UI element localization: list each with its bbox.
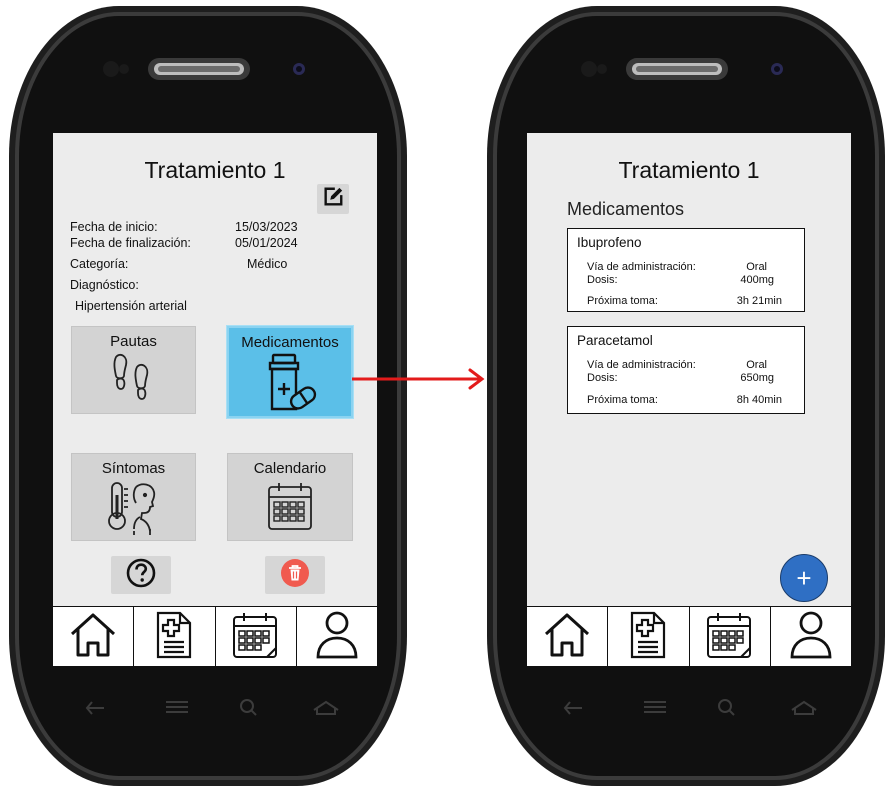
document-icon — [629, 610, 667, 665]
screen-treatment: Tratamiento 1 Fecha de inicio: 15/03/202… — [53, 133, 377, 666]
nav-home[interactable] — [527, 607, 609, 666]
footprints-icon — [72, 352, 195, 404]
nav-profile[interactable] — [297, 607, 377, 666]
calendar-icon — [228, 479, 352, 533]
add-medication-button[interactable]: + — [780, 554, 828, 602]
sintomas-label: Síntomas — [101, 460, 166, 477]
home-icon — [542, 612, 592, 663]
end-date-value: 05/01/2024 — [235, 236, 298, 250]
category-value: Médico — [247, 257, 288, 271]
end-date-label: Fecha de finalización: — [70, 236, 191, 250]
next-dose-value: 8h 40min — [736, 394, 782, 406]
thermometer-icon — [72, 479, 195, 537]
edit-button[interactable] — [317, 184, 349, 214]
nav-calendar[interactable] — [216, 607, 297, 666]
sintomas-tile[interactable]: Síntomas — [71, 453, 196, 541]
calendario-tile[interactable]: Calendario — [227, 453, 353, 541]
help-button[interactable] — [111, 556, 171, 594]
category-label: Categoría: — [70, 257, 129, 271]
nav-profile[interactable] — [771, 607, 851, 666]
phone-left: Tratamiento 1 Fecha de inicio: 15/03/202… — [8, 0, 413, 790]
calendario-label: Calendario — [253, 460, 327, 477]
route-value: Oral — [746, 261, 767, 273]
route-label: Vía de administración: — [587, 261, 696, 273]
pautas-label: Pautas — [110, 333, 157, 350]
next-dose-label: Próxima toma: — [587, 295, 658, 307]
route-label: Vía de administración: — [587, 359, 696, 371]
nav-calendar[interactable] — [690, 607, 771, 666]
edit-icon — [322, 186, 344, 213]
flow-arrow — [352, 368, 485, 390]
bottom-nav — [527, 606, 851, 666]
diagnosis-label: Diagnóstico: — [70, 278, 139, 292]
page-title: Tratamiento 1 — [618, 157, 760, 183]
phone-right: Tratamiento 1 Medicamentos Ibuprofeno Ví… — [486, 0, 891, 790]
screen-medications: Tratamiento 1 Medicamentos Ibuprofeno Ví… — [527, 133, 851, 666]
start-date-value: 15/03/2023 — [235, 220, 298, 234]
section-title: Medicamentos — [567, 199, 685, 219]
dose-value: 650mg — [740, 372, 774, 384]
calendar-icon — [705, 610, 755, 665]
help-icon — [126, 558, 156, 593]
document-icon — [155, 610, 193, 665]
nav-records[interactable] — [134, 607, 216, 666]
next-dose-value: 3h 21min — [736, 295, 782, 307]
medication-name: Paracetamol — [577, 333, 653, 348]
medication-name: Ibuprofeno — [577, 235, 642, 250]
medicamentos-tile[interactable]: Medicamentos — [227, 326, 353, 418]
nav-home[interactable] — [53, 607, 135, 666]
bottom-nav — [53, 606, 377, 666]
user-icon — [315, 610, 359, 665]
user-icon — [789, 610, 833, 665]
home-icon — [68, 612, 118, 663]
medicine-icon — [229, 353, 351, 413]
dose-value: 400mg — [740, 274, 774, 286]
nav-records[interactable] — [608, 607, 690, 666]
route-value: Oral — [746, 359, 767, 371]
trash-icon — [280, 558, 310, 593]
start-date-label: Fecha de inicio: — [70, 220, 158, 234]
medicamentos-label: Medicamentos — [241, 334, 339, 351]
delete-button[interactable] — [265, 556, 325, 594]
medication-card[interactable]: Ibuprofeno Vía de administración: Oral D… — [567, 228, 805, 312]
page-title: Tratamiento 1 — [144, 157, 286, 183]
medication-card[interactable]: Paracetamol Vía de administración: Oral … — [567, 326, 805, 414]
pautas-tile[interactable]: Pautas — [71, 326, 196, 414]
diagnosis-value: Hipertensión arterial — [75, 299, 187, 313]
dose-label: Dosis: — [587, 274, 618, 286]
dose-label: Dosis: — [587, 372, 618, 384]
calendar-icon — [231, 610, 281, 665]
next-dose-label: Próxima toma: — [587, 394, 658, 406]
